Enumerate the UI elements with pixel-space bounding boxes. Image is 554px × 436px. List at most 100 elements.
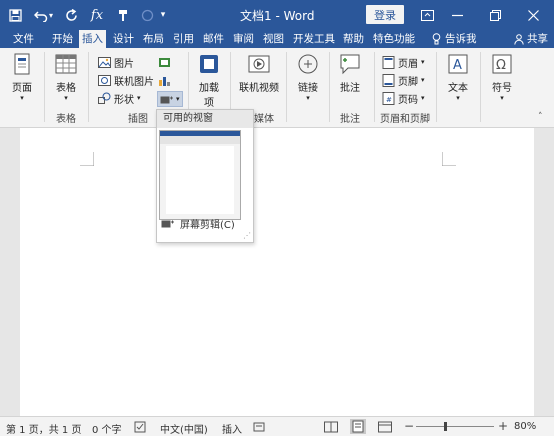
page-number-dropdown-icon: ▾ <box>421 94 425 102</box>
print-layout-icon[interactable] <box>350 419 366 434</box>
ribbon-insert-panel: 页面 ▾ 表格 ▾ 表格 图片 联机图片 形状 ▾ ▾ 插图 加载 项 联机视频… <box>0 48 554 128</box>
crop-mark-top-right <box>442 152 456 166</box>
zoom-out-button[interactable]: − <box>404 419 414 433</box>
link-button[interactable]: 链接 ▾ <box>296 52 320 102</box>
page-number-icon: # <box>382 91 395 105</box>
document-page[interactable] <box>20 128 534 416</box>
proofing-icon[interactable] <box>134 421 146 433</box>
addins-label: 加载 <box>199 83 219 94</box>
minimize-icon[interactable] <box>446 4 468 26</box>
page-dropdown-icon: ▾ <box>20 94 24 102</box>
function-icon[interactable]: fx <box>88 6 106 24</box>
text-label: 文本 <box>448 83 468 94</box>
online-picture-icon <box>98 74 111 86</box>
lightbulb-icon <box>432 33 441 45</box>
table-button[interactable]: 表格 ▾ <box>54 52 78 102</box>
collapse-ribbon-icon[interactable]: ˄ <box>538 112 543 122</box>
insert-mode[interactable]: 插入 <box>222 421 242 436</box>
macro-icon[interactable] <box>253 421 265 433</box>
screenshot-dropdown: 可用的视窗 屏幕剪辑(C) ⋰ <box>156 109 254 243</box>
redo-icon[interactable] <box>62 6 80 24</box>
online-picture-button[interactable]: 联机图片 <box>98 72 154 88</box>
separator <box>329 52 330 122</box>
document-area <box>0 128 554 416</box>
shapes-button[interactable]: 形状 ▾ <box>98 90 141 106</box>
page-button[interactable]: 页面 ▾ <box>10 52 34 102</box>
footer-button[interactable]: 页脚 ▾ <box>382 72 425 88</box>
tab-layout[interactable]: 布局 <box>140 30 167 48</box>
online-video-label: 联机视频 <box>239 83 279 94</box>
link-icon <box>298 54 318 74</box>
footer-dropdown-icon: ▾ <box>421 76 425 84</box>
tab-design[interactable]: 设计 <box>110 30 137 48</box>
tab-help[interactable]: 帮助 <box>340 30 367 48</box>
screen-clipping-item[interactable]: 屏幕剪辑(C) <box>161 216 235 231</box>
link-label: 链接 <box>298 83 318 94</box>
smartart-button[interactable] <box>158 54 171 70</box>
symbol-button[interactable]: Ω 符号 ▾ <box>490 52 514 102</box>
addins-icon <box>200 55 218 73</box>
shapes-icon <box>98 92 111 104</box>
share-label: 共享 <box>527 33 548 45</box>
window-thumbnail[interactable] <box>159 130 241 220</box>
separator <box>480 52 481 122</box>
svg-text:#: # <box>386 96 392 104</box>
page-label: 页面 <box>12 83 32 94</box>
ribbon-display-options-icon[interactable] <box>416 4 438 26</box>
tab-view[interactable]: 视图 <box>260 30 287 48</box>
language[interactable]: 中文(中国) <box>160 421 208 436</box>
picture-icon <box>98 56 111 68</box>
tell-me-box[interactable]: 告诉我 <box>432 30 477 48</box>
restore-icon[interactable] <box>484 4 506 26</box>
separator <box>436 52 437 122</box>
read-mode-icon[interactable] <box>324 421 338 433</box>
page-icon <box>14 53 30 75</box>
person-icon <box>514 33 524 45</box>
word-count[interactable]: 0 个字 <box>92 421 122 436</box>
zoom-slider-thumb[interactable] <box>444 422 447 431</box>
tab-home[interactable]: 开始 <box>49 30 76 48</box>
tab-developer[interactable]: 开发工具 <box>290 30 338 48</box>
ribbon-tabs: 文件 开始 插入 设计 布局 引用 邮件 审阅 视图 开发工具 帮助 特色功能 … <box>0 30 554 48</box>
title-bar: ▾ fx ▾ 文档1 - Word 登录 <box>0 0 554 30</box>
group-label-header-footer: 页眉和页脚 <box>380 114 430 125</box>
screenshot-button[interactable]: ▾ <box>157 91 183 107</box>
save-icon[interactable] <box>6 6 24 24</box>
format-painter-icon[interactable] <box>114 6 132 24</box>
page-number-button[interactable]: # 页码 ▾ <box>382 90 425 106</box>
tab-mailings[interactable]: 邮件 <box>200 30 227 48</box>
header-button[interactable]: 页眉 ▾ <box>382 54 425 70</box>
tab-special-features[interactable]: 特色功能 <box>370 30 418 48</box>
group-label-media: 媒体 <box>254 114 274 125</box>
zoom-in-button[interactable]: + <box>498 419 508 433</box>
customize-toolbar-icon[interactable]: ▾ <box>158 6 168 24</box>
picture-button[interactable]: 图片 <box>98 54 134 70</box>
login-button[interactable]: 登录 <box>366 5 404 24</box>
svg-text:A: A <box>453 58 462 73</box>
addins-button[interactable]: 加载 项 <box>197 52 221 109</box>
tab-insert[interactable]: 插入 <box>79 30 106 48</box>
text-button[interactable]: A 文本 ▾ <box>446 52 470 102</box>
shapes-label: 形状 <box>114 94 134 106</box>
table-label: 表格 <box>56 83 76 94</box>
circle-icon[interactable] <box>138 6 156 24</box>
document-title: 文档1 - Word <box>240 9 315 23</box>
tab-file[interactable]: 文件 <box>10 30 37 48</box>
tab-references[interactable]: 引用 <box>170 30 197 48</box>
online-video-button[interactable]: 联机视频 <box>239 52 279 94</box>
undo-dropdown-icon[interactable]: ▾ <box>46 6 56 24</box>
screenshot-dropdown-icon: ▾ <box>176 95 180 103</box>
smartart-icon <box>159 57 170 67</box>
resize-grip-icon[interactable]: ⋰ <box>243 231 251 240</box>
separator <box>44 52 45 122</box>
web-layout-icon[interactable] <box>378 421 392 433</box>
online-video-icon <box>248 55 270 73</box>
tab-review[interactable]: 审阅 <box>230 30 257 48</box>
comment-button[interactable]: 批注 <box>338 52 362 94</box>
zoom-slider[interactable] <box>416 422 494 431</box>
chart-button[interactable] <box>158 72 171 88</box>
page-info[interactable]: 第 1 页，共 1 页 <box>6 421 81 436</box>
close-icon[interactable] <box>522 4 544 26</box>
share-button[interactable]: 共享 <box>514 30 548 48</box>
zoom-level[interactable]: 80% <box>514 421 536 432</box>
